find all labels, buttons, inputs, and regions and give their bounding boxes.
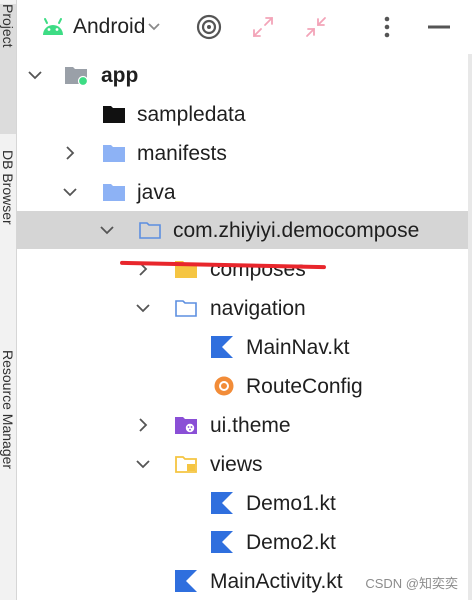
tree-item-label: com.zhiyiyi.democompose xyxy=(173,219,420,242)
package-folder-icon xyxy=(139,222,161,239)
open-folder-icon xyxy=(175,456,197,473)
chevron-down-icon[interactable] xyxy=(135,300,151,316)
folder-icon xyxy=(103,145,125,162)
chevron-right-icon[interactable] xyxy=(135,417,151,433)
tree-row-app[interactable]: app xyxy=(17,56,468,94)
chevron-down-icon[interactable] xyxy=(135,456,151,472)
object-class-icon xyxy=(214,376,234,396)
android-icon xyxy=(43,18,63,35)
kotlin-file-icon xyxy=(211,492,233,514)
folder-icon xyxy=(103,106,125,123)
tree-row-composes[interactable]: composes xyxy=(17,250,468,288)
tree-item-label: sampledata xyxy=(137,103,246,126)
tree-item-label: Demo1.kt xyxy=(246,492,336,515)
theme-folder-icon xyxy=(175,417,197,434)
chevron-down-icon xyxy=(148,23,161,31)
chevron-down-icon[interactable] xyxy=(27,67,43,83)
select-opened-file-button[interactable] xyxy=(195,13,223,41)
folder-icon xyxy=(103,184,125,201)
more-options-button[interactable] xyxy=(373,13,401,41)
tree-row-uitheme[interactable]: ui.theme xyxy=(17,406,468,444)
tree-item-label: MainNav.kt xyxy=(246,336,350,359)
kotlin-file-icon xyxy=(175,570,197,592)
chevron-right-icon[interactable] xyxy=(62,145,78,161)
tree-item-label: views xyxy=(210,453,263,476)
tree-row-views[interactable]: views xyxy=(17,445,468,483)
package-folder-icon xyxy=(175,300,197,317)
tree-row-routeconfig[interactable]: RouteConfig xyxy=(17,367,468,405)
tree-item-label: ui.theme xyxy=(210,414,291,437)
tree-item-label: composes xyxy=(210,258,306,281)
kotlin-file-icon xyxy=(211,336,233,358)
kotlin-file-icon xyxy=(211,531,233,553)
module-folder-icon xyxy=(65,67,88,87)
locate-target-icon xyxy=(196,14,222,40)
tree-item-label: RouteConfig xyxy=(246,375,363,398)
expand-all-button[interactable] xyxy=(249,13,277,41)
collapse-all-button[interactable] xyxy=(302,13,330,41)
tree-item-label: MainActivity.kt xyxy=(210,570,343,593)
collapse-all-icon xyxy=(306,17,326,37)
watermark: CSDN @知奕奕 xyxy=(365,576,458,591)
scrollbar-track[interactable] xyxy=(468,54,472,600)
hide-panel-icon xyxy=(428,25,450,29)
tree-row-demo2[interactable]: Demo2.kt xyxy=(17,523,468,561)
tree-item-label: java xyxy=(137,181,176,204)
folder-icon xyxy=(175,261,197,278)
tree-row-java[interactable]: java xyxy=(17,173,468,211)
view-selector-dropdown[interactable]: Android xyxy=(41,7,161,47)
tree-item-label: app xyxy=(101,64,139,87)
hide-panel-button[interactable] xyxy=(425,13,453,41)
tree-item-label: manifests xyxy=(137,142,227,165)
resource-manager-tab[interactable]: Resource Manager xyxy=(0,350,16,580)
more-options-icon xyxy=(384,16,390,38)
chevron-down-icon[interactable] xyxy=(62,184,78,200)
expand-all-icon xyxy=(253,17,273,37)
tree-row-manifests[interactable]: manifests xyxy=(17,134,468,172)
tree-row-mainnav[interactable]: MainNav.kt xyxy=(17,328,468,366)
tree-row-navigation[interactable]: navigation xyxy=(17,289,468,327)
tree-item-label: navigation xyxy=(210,297,306,320)
project-toolbar: Android xyxy=(17,0,472,54)
tree-item-label: Demo2.kt xyxy=(246,531,336,554)
view-selector-label: Android xyxy=(73,15,146,38)
db-browser-tab[interactable]: DB Browser xyxy=(0,150,16,320)
tree-row-sampledata[interactable]: sampledata xyxy=(17,95,468,133)
tool-window-stripe: Project DB Browser Resource Manager xyxy=(0,0,17,600)
chevron-down-icon[interactable] xyxy=(99,222,115,238)
tree-row-demo1[interactable]: Demo1.kt xyxy=(17,484,468,522)
tree-row-package[interactable]: com.zhiyiyi.democompose xyxy=(17,211,468,249)
project-tab[interactable]: Project xyxy=(0,4,16,134)
